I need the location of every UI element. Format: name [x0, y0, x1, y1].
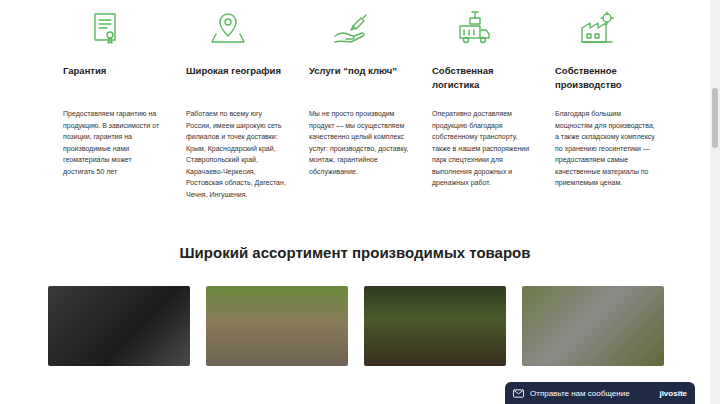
products: [0, 261, 710, 366]
hand-icon: [331, 8, 371, 48]
truck-icon: [454, 8, 494, 48]
feature-title: Гарантия: [63, 64, 163, 104]
product-card[interactable]: [364, 286, 506, 366]
product-card[interactable]: [48, 286, 190, 366]
feature: Собственная логистикаОперативно доставля…: [432, 8, 532, 200]
scrollbar[interactable]: [710, 0, 720, 404]
feature: Широкая географияРаботаем по всему югу Р…: [186, 8, 286, 200]
feature-text: Оперативно доставляем продукцию благодар…: [432, 108, 532, 189]
content: ГарантияПредоставляем гарантию на продук…: [0, 0, 710, 404]
chat-widget[interactable]: Отправьте нам сообщение jivosite: [505, 382, 695, 404]
feature-title: Собственная логистика: [432, 64, 532, 104]
feature-title: Широкая география: [186, 64, 286, 104]
chat-label: Отправьте нам сообщение: [530, 389, 653, 398]
feature-title: Собственное производство: [555, 64, 655, 104]
feature-text: Предоставляем гарантию на продукцию. В з…: [63, 108, 163, 177]
map-icon: [208, 8, 248, 48]
feature-title: Услуги “под ключ”: [309, 64, 409, 104]
feature: ГарантияПредоставляем гарантию на продук…: [63, 8, 163, 200]
feature-text: Работаем по всему югу России, имеем широ…: [186, 108, 286, 200]
feature: Собственное производствоБлагодаря больши…: [555, 8, 655, 200]
envelope-icon: [513, 389, 524, 398]
feature-text: Мы не просто производим продукт — мы осу…: [309, 108, 409, 177]
feature-text: Благодаря большим мощностям для производ…: [555, 108, 655, 189]
feature: Услуги “под ключ”Мы не просто производим…: [309, 8, 409, 200]
certificate-icon: [85, 8, 125, 48]
chat-brand: jivosite: [659, 389, 687, 398]
scrollbar-thumb[interactable]: [712, 88, 718, 148]
features: ГарантияПредоставляем гарантию на продук…: [0, 0, 710, 200]
page: ГарантияПредоставляем гарантию на продук…: [0, 0, 720, 404]
factory-icon: [577, 8, 617, 48]
product-card[interactable]: [522, 286, 664, 366]
section-title: Широкий ассортимент производимых товаров: [0, 244, 710, 261]
product-card[interactable]: [206, 286, 348, 366]
